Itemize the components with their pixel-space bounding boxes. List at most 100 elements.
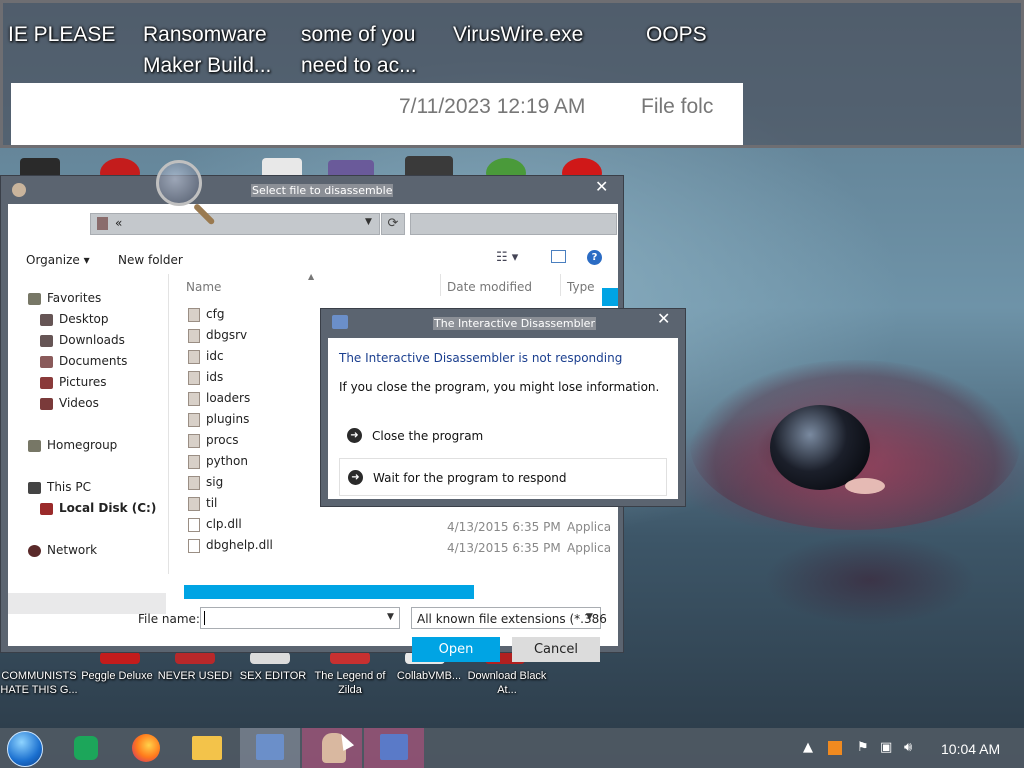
- close-icon[interactable]: ✕: [595, 177, 608, 196]
- tile-3[interactable]: some of you need to ac...: [301, 19, 417, 81]
- column-name[interactable]: Name: [186, 280, 221, 294]
- ida-icon: [332, 315, 348, 329]
- flag-icon[interactable]: ⚑: [857, 740, 869, 755]
- desktop-icon-label[interactable]: NEVER USED!: [150, 669, 240, 683]
- download-icon: [40, 334, 53, 347]
- help-icon[interactable]: ?: [587, 250, 602, 265]
- taskbar-ida[interactable]: [364, 728, 424, 768]
- breadcrumb-overflow[interactable]: «: [115, 216, 122, 230]
- taskbar-explorer[interactable]: [178, 728, 238, 768]
- dialog-titlebar[interactable]: Select file to disassemble ✕: [1, 176, 623, 204]
- cancel-button[interactable]: Cancel: [512, 637, 600, 662]
- file-row[interactable]: procs: [188, 433, 238, 453]
- column-separator[interactable]: [560, 274, 561, 296]
- file-name-input[interactable]: ▼: [200, 607, 400, 629]
- nav-this-pc[interactable]: This PC: [28, 480, 91, 498]
- file-row[interactable]: clp.dll: [188, 517, 242, 537]
- nav-desktop[interactable]: Desktop: [40, 312, 109, 330]
- file-row[interactable]: sig: [188, 475, 223, 495]
- file-row[interactable]: cfg: [188, 307, 224, 327]
- nav-documents[interactable]: Documents: [40, 354, 127, 372]
- tile-1[interactable]: IE PLEASE: [8, 19, 115, 50]
- star-icon: [28, 292, 41, 305]
- desktop-icon-label[interactable]: Download Black At...: [462, 669, 552, 697]
- nav-favorites[interactable]: Favorites: [28, 291, 101, 309]
- close-icon[interactable]: ✕: [657, 309, 670, 328]
- new-folder-button[interactable]: New folder: [118, 253, 183, 267]
- folder-icon: [188, 391, 200, 406]
- disassembler-icon: [256, 734, 284, 760]
- nav-pictures[interactable]: Pictures: [40, 375, 107, 393]
- column-separator[interactable]: [440, 274, 441, 296]
- nav-network[interactable]: Network: [28, 543, 97, 561]
- dll-file-icon: [188, 517, 200, 532]
- file-row[interactable]: python: [188, 454, 248, 474]
- desktop-icon-label[interactable]: Peggle Deluxe: [72, 669, 162, 683]
- chevron-down-icon[interactable]: ▼: [365, 217, 372, 227]
- volume-icon[interactable]: 🔊︎: [904, 740, 912, 755]
- notes-icon: [74, 736, 98, 760]
- file-row[interactable]: loaders: [188, 391, 250, 411]
- pane-splitter[interactable]: [168, 274, 169, 574]
- preview-pane-icon[interactable]: [551, 250, 566, 263]
- app-icon: [12, 183, 26, 197]
- file-type-select[interactable]: All known file extensions (*.386 ▼: [411, 607, 607, 629]
- navigation-pane: Favorites Desktop Downloads Documents Pi…: [8, 274, 168, 614]
- column-type[interactable]: Type: [567, 280, 595, 294]
- flag-icon[interactable]: [100, 652, 140, 664]
- pictures-icon: [40, 376, 53, 389]
- folder-icon: [188, 370, 200, 385]
- background-explorer-window[interactable]: IE PLEASE Ransomware Maker Build... some …: [0, 0, 1024, 148]
- file-row[interactable]: dbghelp.dll: [188, 538, 273, 558]
- file-row[interactable]: dbgsrv: [188, 328, 247, 348]
- game-icon[interactable]: [330, 652, 370, 664]
- nav-downloads[interactable]: Downloads: [40, 333, 125, 351]
- refresh-button[interactable]: ⟳: [381, 213, 405, 235]
- open-button[interactable]: Open: [412, 637, 500, 662]
- organize-button[interactable]: Organize ▾: [26, 253, 90, 267]
- search-input[interactable]: [410, 213, 617, 235]
- start-orb[interactable]: [7, 731, 43, 767]
- tile-2[interactable]: Ransomware Maker Build...: [143, 19, 271, 81]
- tile-4[interactable]: VirusWire.exe: [453, 19, 583, 50]
- peggle-icon[interactable]: [175, 652, 215, 664]
- taskbar-notes[interactable]: [58, 728, 118, 768]
- nav-videos[interactable]: Videos: [40, 396, 99, 414]
- clock[interactable]: 10:04 AM: [941, 741, 1000, 757]
- taskbar: ▲ ⚑ ▣ 🔊︎ 10:04 AM: [0, 728, 1024, 768]
- desktop-icon-label[interactable]: CollabVMB...: [384, 669, 474, 683]
- dialog-title: Select file to disassemble: [251, 184, 394, 197]
- app-icon[interactable]: [250, 652, 290, 664]
- chevron-up-icon[interactable]: ▲: [803, 740, 813, 755]
- desktop-icon-label[interactable]: The Legend of Zilda: [305, 669, 395, 697]
- column-date-modified[interactable]: Date modified: [447, 280, 532, 294]
- nav-homegroup[interactable]: Homegroup: [28, 438, 117, 456]
- dialog-title: The Interactive Disassembler: [433, 317, 596, 330]
- nav-local-disk[interactable]: Local Disk (C:): [40, 501, 156, 519]
- taskbar-firefox[interactable]: [118, 728, 178, 768]
- tray-app-icon[interactable]: [828, 741, 842, 755]
- documents-icon: [40, 355, 53, 368]
- taskbar-disassembler[interactable]: [240, 728, 300, 768]
- tile-5[interactable]: OOPS: [646, 19, 707, 50]
- address-bar[interactable]: « ▼: [90, 213, 380, 235]
- wait-option[interactable]: ➜ Wait for the program to respond: [339, 458, 667, 496]
- taskbar-portrait[interactable]: [302, 728, 362, 768]
- file-row[interactable]: ids: [188, 370, 223, 390]
- chevron-down-icon[interactable]: ▼: [586, 612, 593, 622]
- close-program-option[interactable]: ➜ Close the program: [339, 417, 667, 455]
- network-icon[interactable]: ▣: [880, 740, 892, 755]
- chevron-down-icon[interactable]: ▼: [387, 612, 394, 622]
- file-row[interactable]: idc: [188, 349, 224, 369]
- desktop-icon: [40, 313, 53, 326]
- dialog-titlebar[interactable]: The Interactive Disassembler ✕: [321, 309, 685, 334]
- firefox-icon: [132, 734, 160, 762]
- horizontal-scrollbar[interactable]: [184, 585, 474, 599]
- view-options-icon[interactable]: ☷ ▾: [496, 250, 518, 265]
- network-icon: [28, 544, 41, 557]
- sort-arrow-icon: ▲: [308, 272, 315, 281]
- file-row[interactable]: til: [188, 496, 217, 516]
- file-row[interactable]: plugins: [188, 412, 249, 432]
- scrollbar-thumb[interactable]: [602, 288, 618, 306]
- not-responding-dialog[interactable]: The Interactive Disassembler ✕ The Inter…: [321, 309, 685, 506]
